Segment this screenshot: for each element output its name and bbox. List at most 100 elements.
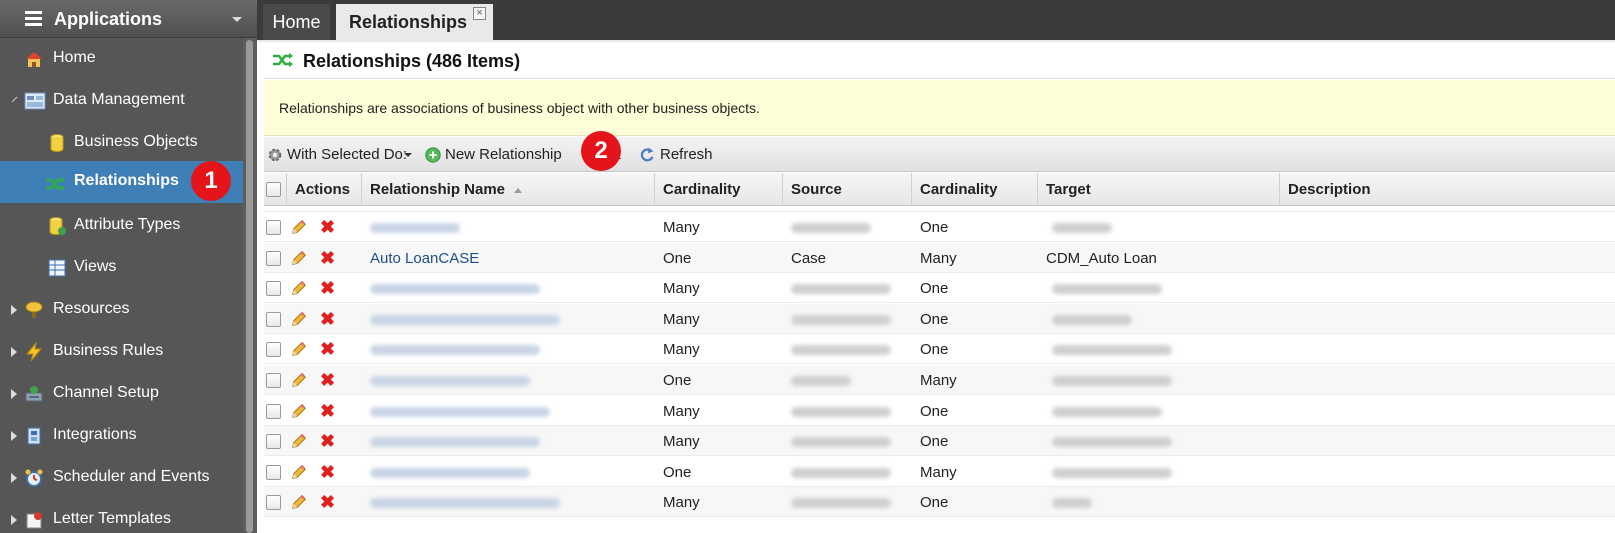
page-description: Relationships are associations of busine… <box>279 100 760 116</box>
cardinality-cell: Many <box>663 280 700 298</box>
redacted-relationship-name[interactable] <box>370 498 560 509</box>
relationship-name-link[interactable]: Auto LoanCASE <box>370 250 479 267</box>
row-checkbox[interactable] <box>266 311 281 327</box>
toolbar: With Selected Do: New Relationship port … <box>264 137 1615 172</box>
column-header-target[interactable]: Target <box>1038 173 1280 206</box>
table-row[interactable]: ✖ Many One <box>264 273 1615 304</box>
redacted-target <box>1052 345 1172 356</box>
delete-icon[interactable]: ✖ <box>320 339 335 360</box>
row-checkbox[interactable] <box>266 434 281 450</box>
redacted-target <box>1052 314 1132 325</box>
row-checkbox[interactable] <box>266 495 281 511</box>
redacted-target <box>1052 376 1172 386</box>
close-tab-icon[interactable]: × <box>473 7 486 20</box>
caret-down-icon <box>232 17 242 22</box>
edit-pencil-icon[interactable] <box>290 340 308 358</box>
redacted-relationship-name[interactable] <box>370 406 550 417</box>
cardinality-cell: One <box>663 372 692 389</box>
select-all-checkbox[interactable] <box>266 182 281 197</box>
grid-header: Actions Relationship Name Cardinality So… <box>264 173 1615 206</box>
row-checkbox[interactable] <box>266 403 281 419</box>
edit-pencil-icon[interactable] <box>290 218 308 236</box>
redacted-relationship-name[interactable] <box>370 467 530 478</box>
table-row[interactable]: ✖ One Many <box>264 365 1615 395</box>
delete-icon[interactable]: ✖ <box>320 401 335 422</box>
sidebar-item-letter-templates[interactable]: Letter Templates <box>0 499 243 533</box>
sidebar-item-business-objects[interactable]: Business Objects <box>0 122 243 164</box>
edit-pencil-icon[interactable] <box>290 493 308 511</box>
column-header-target-cardinality[interactable]: Cardinality <box>912 173 1038 206</box>
new-relationship-button[interactable]: New Relationship <box>445 146 562 163</box>
redacted-relationship-name[interactable] <box>370 284 540 295</box>
channel-setup-icon <box>25 386 43 402</box>
cardinality-cell: One <box>663 249 692 267</box>
target-cardinality-cell: Many <box>920 372 957 389</box>
edit-pencil-icon[interactable] <box>290 463 308 481</box>
sidebar-item-views[interactable]: Views <box>0 247 243 289</box>
redacted-relationship-name[interactable] <box>370 314 560 325</box>
lightning-icon <box>25 342 43 362</box>
table-row[interactable]: ✖ Many One <box>264 487 1615 518</box>
edit-pencil-icon[interactable] <box>290 432 308 450</box>
edit-pencil-icon[interactable] <box>290 371 308 389</box>
edit-pencil-icon[interactable] <box>290 249 308 267</box>
sidebar-item-home[interactable]: Home <box>0 38 243 80</box>
edit-pencil-icon[interactable] <box>290 402 308 420</box>
redacted-relationship-name[interactable] <box>370 376 530 386</box>
delete-icon[interactable]: ✖ <box>320 217 335 238</box>
sidebar-item-scheduler-and-events[interactable]: Scheduler and Events <box>0 457 243 499</box>
target-cardinality-cell: One <box>920 310 949 328</box>
redacted-relationship-name[interactable] <box>370 437 540 448</box>
edit-pencil-icon[interactable] <box>290 310 308 328</box>
expand-toggle-icon <box>11 305 17 315</box>
delete-icon[interactable]: ✖ <box>320 462 335 483</box>
delete-icon[interactable]: ✖ <box>320 309 335 330</box>
table-row[interactable]: ✖ Many One <box>264 396 1615 426</box>
delete-icon[interactable]: ✖ <box>320 431 335 452</box>
row-checkbox[interactable] <box>266 250 281 266</box>
sidebar-item-channel-setup[interactable]: Channel Setup <box>0 373 243 415</box>
row-checkbox[interactable] <box>266 281 281 297</box>
table-row[interactable]: ✖ Many One <box>264 334 1615 365</box>
redacted-source <box>791 498 891 509</box>
redacted-relationship-name[interactable] <box>370 345 540 356</box>
delete-icon[interactable]: ✖ <box>320 492 335 513</box>
expand-toggle-icon <box>11 473 17 483</box>
step-badge-1: 1 <box>191 161 231 201</box>
tab-relationships[interactable]: Relationships <box>336 4 493 40</box>
table-row[interactable]: ✖ Auto LoanCASE One Case Many CDM_Auto Loan <box>264 242 1615 273</box>
cardinality-cell: One <box>663 463 692 481</box>
sidebar-item-attribute-types[interactable]: Attribute Types <box>0 205 243 247</box>
applications-menu-button[interactable]: Applications <box>0 0 257 38</box>
tab-home[interactable]: Home <box>263 4 330 40</box>
with-selected-do-menu[interactable]: With Selected Do: <box>287 146 407 163</box>
sidebar-item-business-rules[interactable]: Business Rules <box>0 331 243 373</box>
refresh-button[interactable]: Refresh <box>660 146 713 163</box>
sidebar: Applications Home Data Management Busine… <box>0 0 257 533</box>
row-checkbox[interactable] <box>266 220 281 235</box>
integrations-icon <box>27 427 41 445</box>
redacted-relationship-name[interactable] <box>370 223 460 233</box>
dropdown-caret-icon[interactable] <box>404 153 412 157</box>
column-header-cardinality[interactable]: Cardinality <box>655 173 783 206</box>
row-checkbox[interactable] <box>266 342 281 358</box>
sidebar-item-integrations[interactable]: Integrations <box>0 415 243 457</box>
row-checkbox[interactable] <box>266 464 281 480</box>
row-checkbox[interactable] <box>266 373 281 388</box>
table-row[interactable]: ✖ Many One <box>264 303 1615 334</box>
delete-icon[interactable]: ✖ <box>320 370 335 391</box>
sidebar-scrollbar-thumb[interactable] <box>246 40 253 533</box>
sidebar-item-resources[interactable]: Resources <box>0 289 243 331</box>
column-header-description[interactable]: Description <box>1280 173 1615 206</box>
delete-icon[interactable]: ✖ <box>320 278 335 299</box>
delete-icon[interactable]: ✖ <box>320 248 335 269</box>
cardinality-cell: Many <box>663 433 700 451</box>
edit-pencil-icon[interactable] <box>290 279 308 297</box>
table-row[interactable]: ✖ Many One <box>264 212 1615 242</box>
column-header-relationship-name[interactable]: Relationship Name <box>362 173 655 206</box>
table-row[interactable]: ✖ One Many <box>264 457 1615 487</box>
sidebar-item-data-management[interactable]: Data Management <box>0 80 243 122</box>
applications-title: Applications <box>54 9 163 29</box>
table-row[interactable]: ✖ Many One <box>264 426 1615 457</box>
column-header-source[interactable]: Source <box>783 173 912 206</box>
